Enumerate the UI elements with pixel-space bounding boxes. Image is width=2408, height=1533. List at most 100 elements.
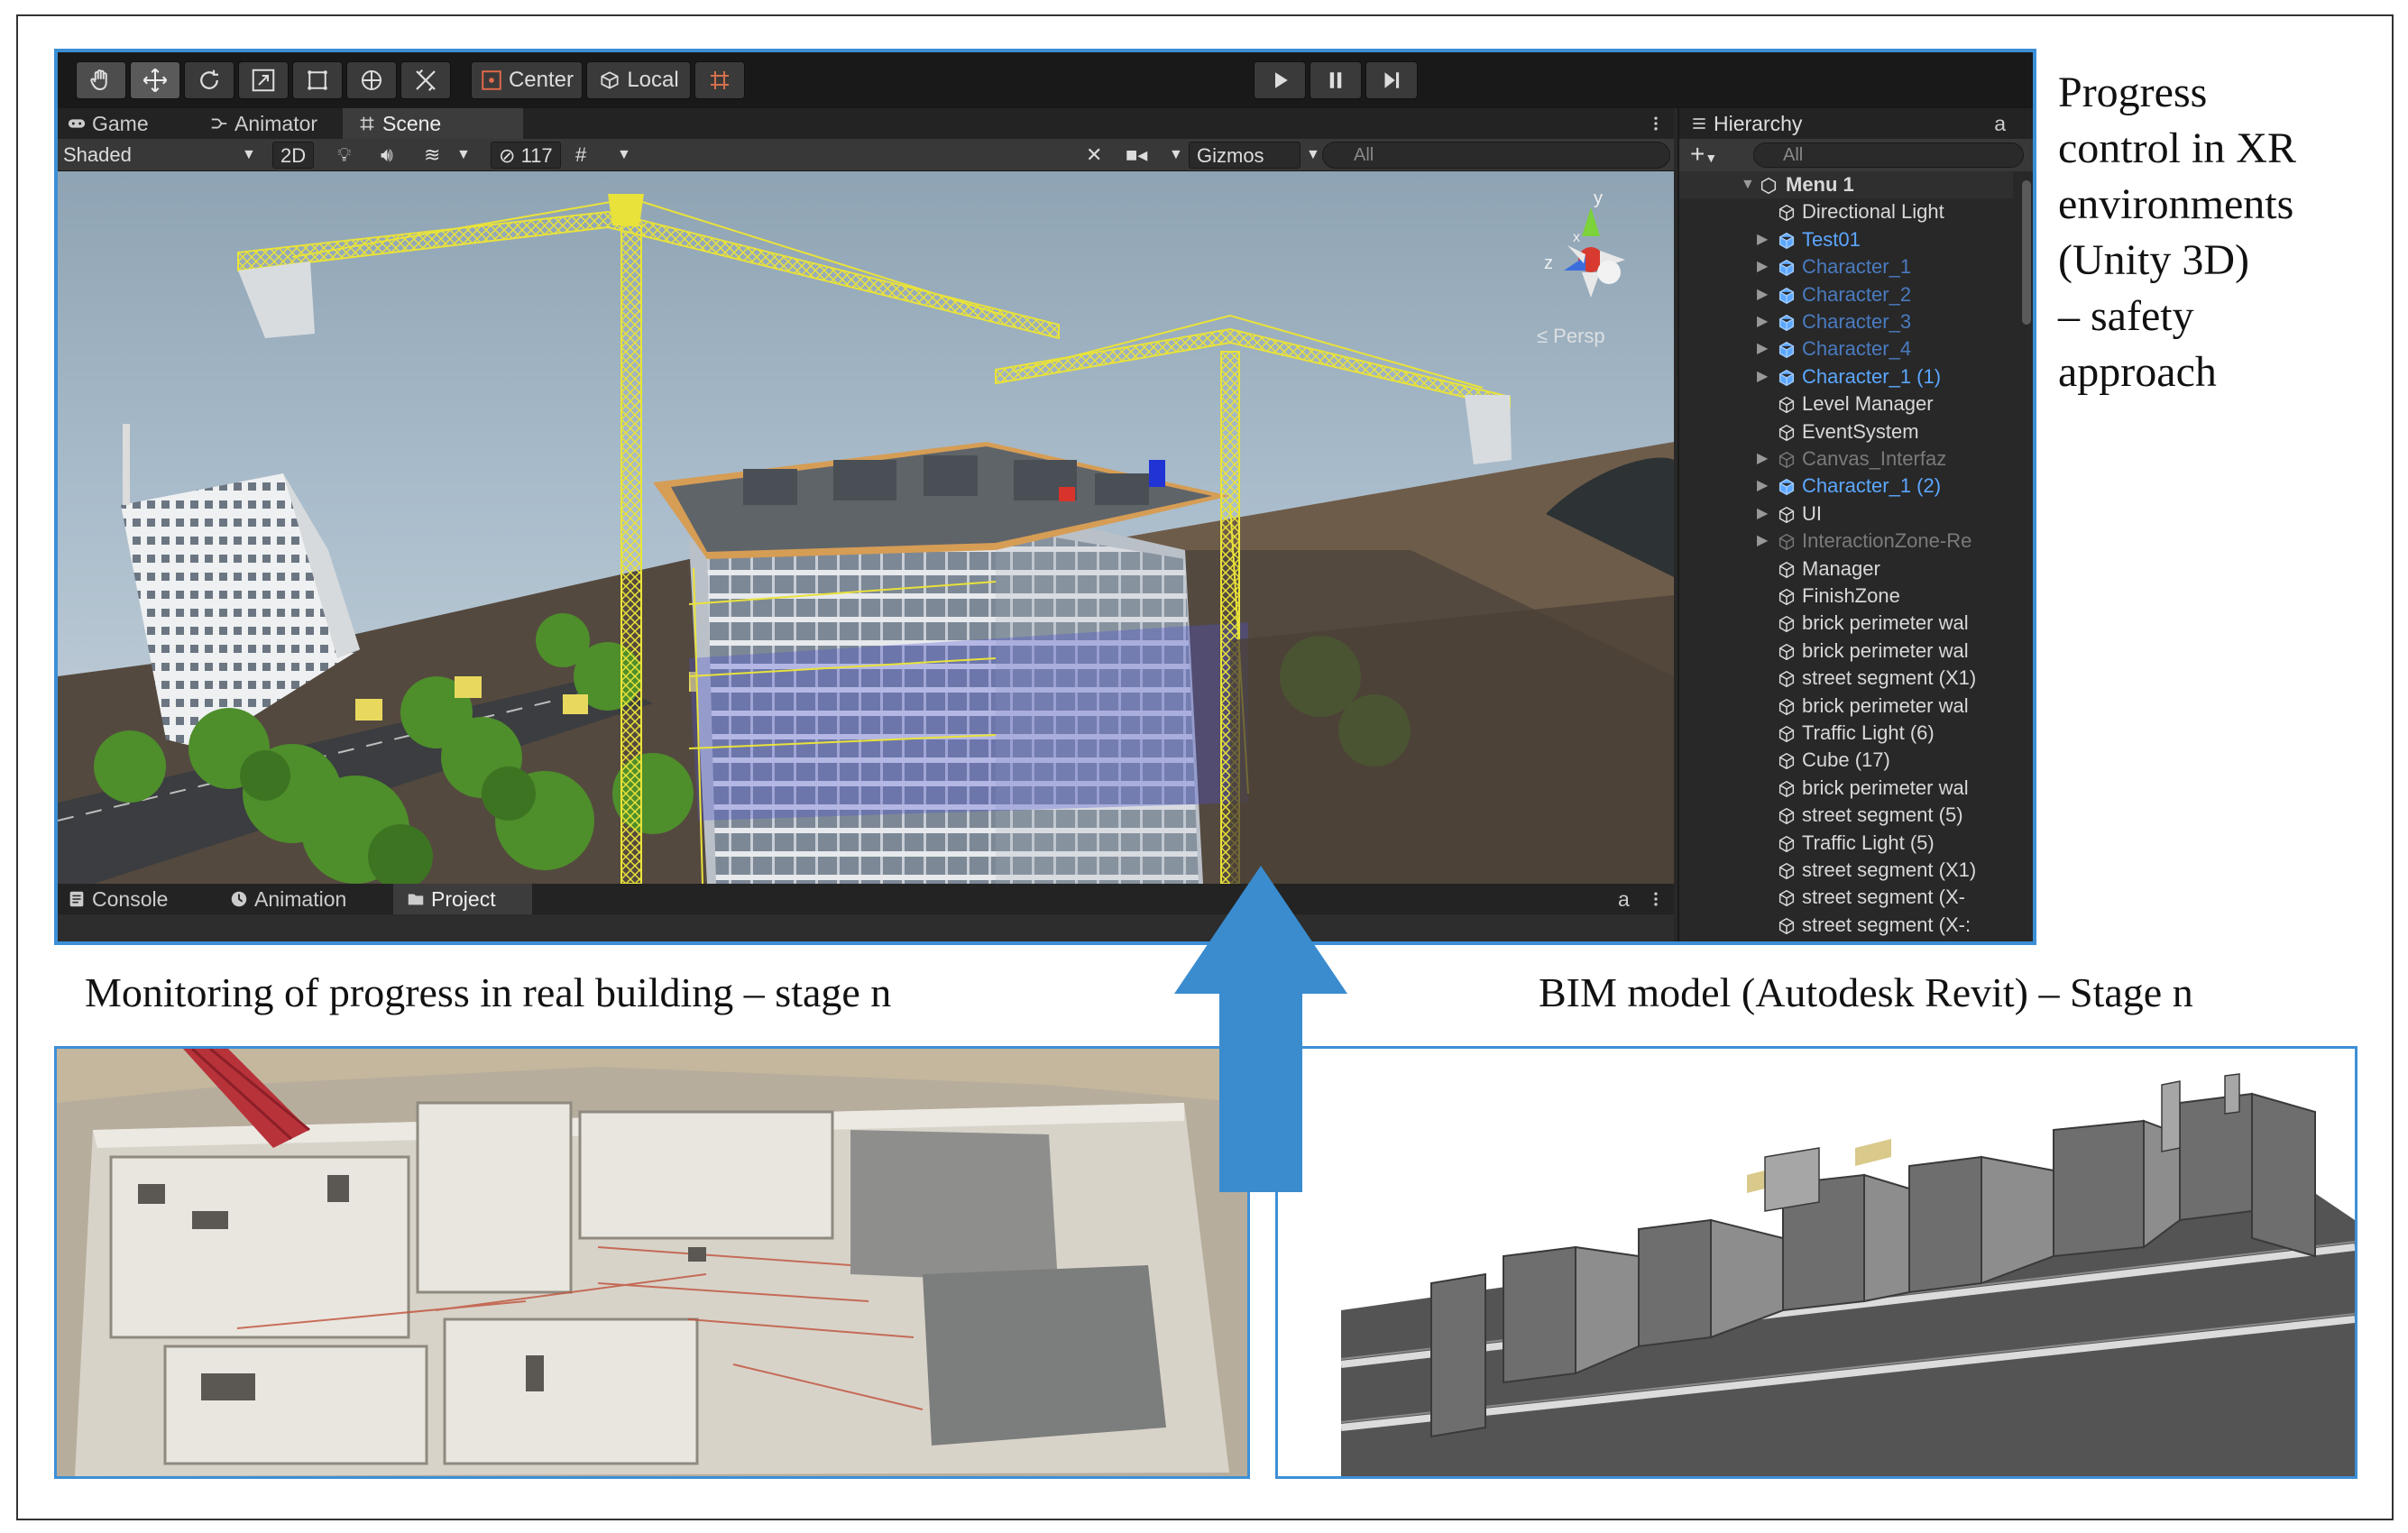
tab-game[interactable]: Game: [58, 108, 193, 139]
play-button[interactable]: [1254, 61, 1306, 99]
lighting-toggle[interactable]: 💡︎: [337, 142, 351, 169]
tools-toggle[interactable]: ✕: [1086, 142, 1102, 169]
chevron-right-icon[interactable]: ▶: [1757, 335, 1768, 363]
hierarchy-item[interactable]: ▶ Character_4: [1679, 335, 2013, 363]
tab-scene[interactable]: Scene: [343, 108, 523, 139]
chevron-down-icon: ▼: [1169, 147, 1183, 162]
chevron-right-icon[interactable]: ▶: [1757, 308, 1768, 335]
camera-dropdown[interactable]: ▼: [1169, 142, 1183, 169]
grid-visibility-toggle[interactable]: #: [575, 142, 586, 169]
hierarchy-item[interactable]: brick perimeter wal: [1679, 775, 2013, 802]
pivot-center-button[interactable]: Center: [471, 61, 583, 99]
hierarchy-item[interactable]: street segment (X1): [1679, 665, 2013, 692]
scene-viewport[interactable]: y z x ≤ Persp: [58, 171, 1674, 884]
effects-toggle[interactable]: ≋: [424, 142, 440, 169]
hierarchy-search-input[interactable]: All: [1753, 142, 2024, 168]
hierarchy-item[interactable]: ▶ UI: [1679, 500, 2013, 528]
gizmos-dropdown[interactable]: Gizmos: [1189, 142, 1301, 169]
unity-editor-window: Center Local Game Animator Scene Shaded …: [54, 49, 2036, 945]
scene-search-input[interactable]: All: [1322, 142, 1670, 169]
tab-scene-label: Scene: [382, 112, 442, 135]
hierarchy-item[interactable]: ▶ Character_1 (1): [1679, 363, 2013, 390]
audio-toggle[interactable]: 🔊︎: [381, 142, 393, 169]
hierarchy-item[interactable]: street segment (X-: [1679, 884, 2013, 911]
grid-dropdown[interactable]: ▼: [617, 142, 631, 169]
hierarchy-item[interactable]: Manager: [1679, 555, 2013, 583]
hierarchy-item-label: street segment (5): [1802, 803, 1963, 827]
hierarchy-item[interactable]: Directional Light: [1679, 198, 2013, 225]
hierarchy-item[interactable]: street segment (5): [1679, 802, 2013, 829]
2d-toggle-button[interactable]: 2D: [272, 142, 315, 169]
hierarchy-item[interactable]: FinishZone: [1679, 583, 2013, 610]
hierarchy-item-label: brick perimeter wal: [1802, 776, 1969, 799]
tab-console[interactable]: Console: [58, 884, 213, 914]
chevron-down-icon: ▼: [1705, 151, 1718, 165]
hierarchy-item[interactable]: ▶ Character_3: [1679, 308, 2013, 335]
pivot-local-button[interactable]: Local: [586, 61, 691, 99]
rect-tool-button[interactable]: [292, 61, 343, 99]
chevron-right-icon[interactable]: ▶: [1757, 528, 1768, 555]
chevron-right-icon[interactable]: ▶: [1757, 253, 1768, 280]
hierarchy-item[interactable]: ▶ Character_1 (2): [1679, 473, 2013, 500]
rotate-tool-button[interactable]: [184, 61, 234, 99]
hierarchy-item[interactable]: Level Manager: [1679, 390, 2013, 418]
lock-button[interactable]: a: [1609, 884, 1638, 914]
grid-snap-button[interactable]: [694, 61, 745, 99]
hierarchy-item-label: Test01: [1802, 227, 1861, 251]
hierarchy-item[interactable]: ▶ Canvas_Interfaz: [1679, 445, 2013, 473]
play-icon: [1275, 72, 1288, 88]
hand-tool-button[interactable]: [76, 61, 126, 99]
hierarchy-item[interactable]: EventSystem: [1679, 418, 2013, 445]
hierarchy-item[interactable]: Cube (17): [1679, 747, 2013, 774]
effects-dropdown[interactable]: ▼: [456, 142, 471, 169]
transform-tool-button[interactable]: [346, 61, 397, 99]
hierarchy-item[interactable]: ▶ Test01: [1679, 226, 2013, 253]
tab-animator[interactable]: Animator: [193, 108, 343, 139]
chevron-right-icon[interactable]: ▶: [1757, 500, 1768, 528]
gameobject-cube-icon: [1778, 534, 1795, 551]
pause-button[interactable]: [1310, 61, 1362, 99]
scale-tool-button[interactable]: [238, 61, 289, 99]
hierarchy-item-label: Level Manager: [1802, 392, 1934, 416]
hierarchy-item[interactable]: brick perimeter wal: [1679, 693, 2013, 720]
hierarchy-item[interactable]: Traffic Light (5): [1679, 830, 2013, 857]
chevron-right-icon[interactable]: ▶: [1757, 445, 1768, 473]
gizmo-axis-z: z: [1544, 253, 1553, 273]
hierarchy-scrollbar[interactable]: [2022, 180, 2031, 325]
hierarchy-item[interactable]: ▶ InteractionZone-Re: [1679, 528, 2013, 555]
tab-project[interactable]: Project: [393, 884, 532, 914]
prefab-cube-icon: [1778, 260, 1795, 277]
chevron-right-icon[interactable]: ▶: [1757, 473, 1768, 500]
hierarchy-item-label: street segment (X-:: [1802, 913, 1971, 936]
hierarchy-lock-icon[interactable]: a: [1994, 108, 2006, 139]
hierarchy-item[interactable]: ▶ Character_1: [1679, 253, 2013, 280]
hierarchy-item[interactable]: Traffic Light (6): [1679, 720, 2013, 747]
hierarchy-item[interactable]: ▶ Character_2: [1679, 281, 2013, 308]
caption-unity-line: control in XR: [2058, 124, 2296, 172]
aerial-site-photo: [57, 1049, 1247, 1476]
hierarchy-item[interactable]: brick perimeter wal: [1679, 638, 2013, 665]
list-icon: [1693, 118, 1705, 129]
custom-tool-button[interactable]: [400, 61, 451, 99]
hierarchy-item[interactable]: brick perimeter wal: [1679, 610, 2013, 637]
perspective-toggle[interactable]: ≤ Persp: [1537, 325, 1605, 348]
hierarchy-scene-root[interactable]: ▼ Menu 1: [1679, 171, 2013, 198]
tab-animation[interactable]: Animation: [213, 884, 393, 914]
camera-button[interactable]: ■◂: [1126, 142, 1147, 169]
hidden-objects-button[interactable]: ⊘ 117: [491, 142, 561, 169]
chevron-right-icon[interactable]: ▶: [1757, 281, 1768, 308]
hierarchy-item[interactable]: street segment (X-:: [1679, 912, 2013, 939]
tools-icon: [416, 69, 436, 92]
hierarchy-item[interactable]: street segment (X1): [1679, 857, 2013, 884]
move-tool-button[interactable]: [130, 61, 180, 99]
scene-view-toolbar: Shaded ▼ 2D 💡︎ 🔊︎ ≋ ▼ ⊘ 117 # ▼ ✕ ■◂ ▼ G…: [58, 139, 1674, 171]
step-button[interactable]: [1365, 61, 1418, 99]
gizmos-menu-arrow[interactable]: ▼: [1306, 142, 1320, 169]
add-object-button[interactable]: +▼: [1690, 139, 1717, 173]
chevron-right-icon[interactable]: ▶: [1757, 363, 1768, 390]
chevron-right-icon[interactable]: ▶: [1757, 226, 1768, 253]
shading-mode-dropdown[interactable]: Shaded ▼: [63, 142, 262, 169]
scene-kebab-menu[interactable]: [1638, 108, 1670, 139]
bottom-kebab-menu[interactable]: [1638, 884, 1670, 914]
hierarchy-item-label: Canvas_Interfaz: [1802, 447, 1947, 470]
